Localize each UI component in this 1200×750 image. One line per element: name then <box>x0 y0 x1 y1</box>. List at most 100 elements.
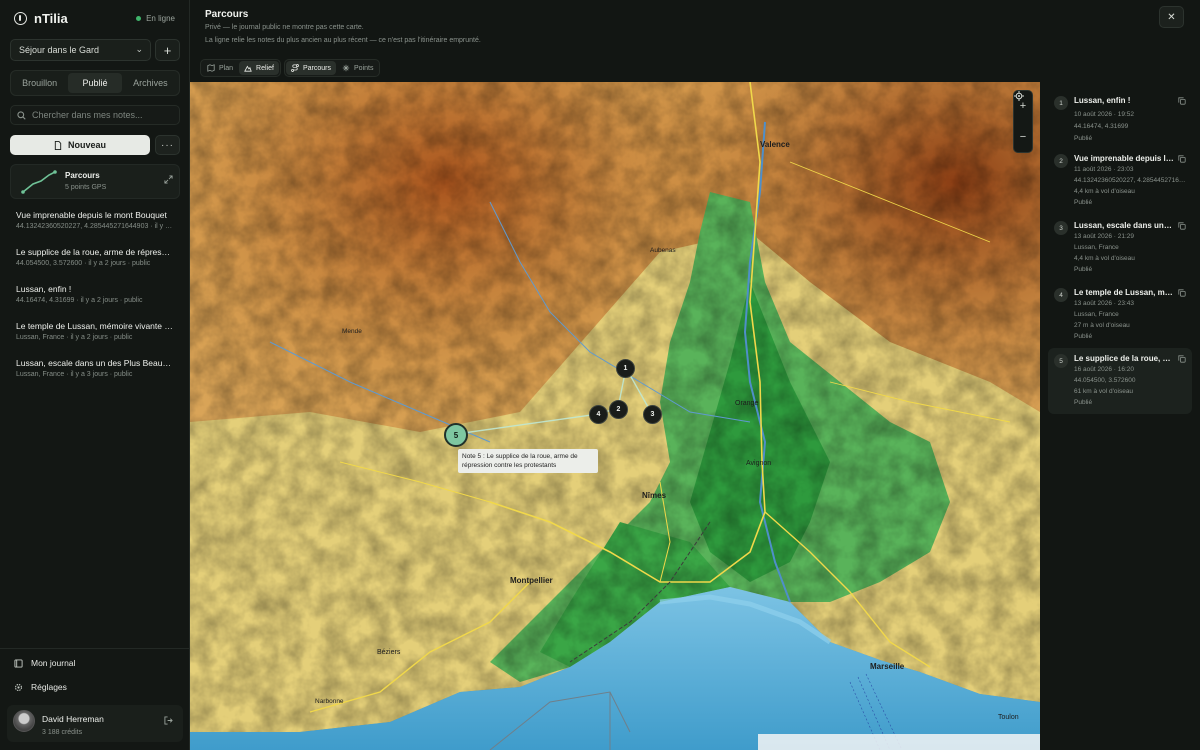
map-icon <box>207 64 215 72</box>
points-icon <box>342 64 350 72</box>
list-item[interactable]: Le supplice de la roue, arme de répressi… <box>0 242 190 279</box>
chevron-down-icon: ⌄ <box>135 44 143 54</box>
user-card[interactable]: David Herreman 3 188 crédits <box>7 705 183 742</box>
copy-icon[interactable] <box>1178 355 1186 363</box>
route-marker-4[interactable]: 4 <box>589 405 608 424</box>
logout-icon[interactable] <box>164 716 173 725</box>
route-step-3[interactable]: 3 Lussan, escale dans un des Plus Beaux … <box>1048 215 1192 283</box>
list-item[interactable]: Lussan, escale dans un des Plus Beaux ..… <box>0 353 190 390</box>
step-coords: 44.054500, 3.572600 <box>1074 377 1136 384</box>
copy-icon[interactable] <box>1178 97 1186 105</box>
route-step-1[interactable]: 1 Lussan, enfin ! 10 août 2026 · 19:52 4… <box>1048 90 1192 148</box>
place-label: Montpellier <box>510 576 553 585</box>
route-steps-panel: 1 Lussan, enfin ! 10 août 2026 · 19:52 4… <box>1040 82 1200 750</box>
map-canvas[interactable]: Valence Nîmes Montpellier Marseille Bézi… <box>190 82 1040 750</box>
online-status-label: En ligne <box>146 14 175 23</box>
trip-select[interactable]: Séjour dans le Gard ⌄ <box>10 39 151 61</box>
place-label: Nîmes <box>642 491 667 500</box>
step-date: 11 août 2026 · 23:03 <box>1074 166 1134 173</box>
journal-icon <box>14 658 23 668</box>
route-thumbnail-icon <box>21 170 57 194</box>
note-meta: Lussan, France · il y a 2 jours · public <box>16 334 133 341</box>
step-title: Lussan, escale dans un des Plus Beaux <box>1074 221 1174 230</box>
app-name: nTilia <box>34 10 68 26</box>
zoom-out-button[interactable]: − <box>1020 131 1026 143</box>
step-number: 2 <box>1054 154 1068 168</box>
new-note-button[interactable]: Nouveau <box>10 135 150 155</box>
map-header: Parcours Privé — le journal public ne mo… <box>190 0 1200 82</box>
copy-icon[interactable] <box>1178 289 1186 297</box>
step-date: 10 août 2026 · 19:52 <box>1074 111 1134 118</box>
my-journal-link[interactable]: Mon journal <box>14 656 75 670</box>
step-date: 16 août 2026 · 16:20 <box>1074 366 1134 373</box>
copy-icon[interactable] <box>1178 155 1186 163</box>
online-status: En ligne <box>136 14 175 23</box>
step-number: 1 <box>1054 96 1068 110</box>
step-title: Le supplice de la roue, arme de répressi… <box>1074 354 1174 363</box>
route-explanation: La ligne relie les notes du plus ancien … <box>205 37 481 44</box>
route-step-5[interactable]: 5 Le supplice de la roue, arme de répres… <box>1048 348 1192 414</box>
status-dot-icon <box>136 16 142 21</box>
step-distance: 4,4 km à vol d'oiseau <box>1074 255 1135 262</box>
search-input[interactable] <box>32 110 172 120</box>
note-title: Le supplice de la roue, arme de répressi… <box>16 247 174 257</box>
settings-link[interactable]: Réglages <box>14 680 67 694</box>
place-label: Béziers <box>377 649 401 656</box>
gear-icon <box>14 683 23 691</box>
note-meta: 44.054500, 3.572600 · il y a 2 jours · p… <box>16 260 151 267</box>
list-item[interactable]: Lussan, enfin ! 44.16474, 4.31699 · il y… <box>0 279 190 316</box>
step-title: Le temple de Lussan, mémoire vivante <box>1074 288 1174 297</box>
route-step-2[interactable]: 2 Vue imprenable depuis le mont Bouquet … <box>1048 148 1192 216</box>
route-marker-3[interactable]: 3 <box>643 405 662 424</box>
brand[interactable]: nTilia <box>14 10 68 26</box>
place-label: Aubenas <box>650 247 676 254</box>
mode-points-button[interactable]: Points <box>337 61 378 75</box>
layer-relief-button[interactable]: Relief <box>239 61 279 75</box>
tab-brouillon[interactable]: Brouillon <box>13 73 66 93</box>
step-status: Publié <box>1074 266 1093 273</box>
step-distance: 61 km à vol d'oiseau <box>1074 388 1134 395</box>
sidebar-footer <box>0 648 190 649</box>
zoom-in-button[interactable]: + <box>1020 100 1026 112</box>
place-label: Orange <box>735 400 759 407</box>
avatar <box>13 710 35 732</box>
route-step-4[interactable]: 4 Le temple de Lussan, mémoire vivante 1… <box>1048 282 1192 350</box>
list-item[interactable]: Vue imprenable depuis le mont Bouquet 44… <box>0 205 190 242</box>
step-coords: 44.16474, 4.31699 <box>1074 123 1129 130</box>
view-mode-toggle: Parcours Points <box>284 59 381 77</box>
privacy-note: Privé — le journal public ne montre pas … <box>205 24 364 31</box>
mode-parcours-button[interactable]: Parcours <box>286 61 337 75</box>
step-status: Publié <box>1074 399 1093 406</box>
route-marker-1[interactable]: 1 <box>616 359 635 378</box>
step-distance: 4,4 km à vol d'oiseau <box>1074 188 1135 195</box>
close-button[interactable]: ✕ <box>1159 6 1184 28</box>
step-location: Lussan, France <box>1074 311 1119 318</box>
locate-icon[interactable] <box>1014 91 1024 101</box>
expand-icon[interactable] <box>164 175 173 184</box>
route-card[interactable]: Parcours 5 points GPS <box>10 164 180 199</box>
note-meta: 44.16474, 4.31699 · il y a 2 jours · pub… <box>16 297 143 304</box>
list-item[interactable]: Le temple de Lussan, mémoire vivante d..… <box>0 316 190 353</box>
tab-publie[interactable]: Publié <box>68 73 122 93</box>
route-marker-5[interactable]: 5 <box>444 423 468 447</box>
layer-plan-button[interactable]: Plan <box>202 61 238 75</box>
tab-archives[interactable]: Archives <box>124 73 177 93</box>
document-icon <box>54 140 62 150</box>
settings-label: Réglages <box>31 682 67 692</box>
route-subtitle: 5 points GPS <box>65 184 107 191</box>
step-coords: 44.13242360520227, 4.285445271644903 <box>1074 177 1186 184</box>
copy-icon[interactable] <box>1178 222 1186 230</box>
route-marker-2[interactable]: 2 <box>609 400 628 419</box>
step-status: Publié <box>1074 333 1093 340</box>
marker-tooltip: Note 5 : Le supplice de la roue, arme de… <box>458 449 598 473</box>
trip-select-value: Séjour dans le Gard <box>19 45 100 55</box>
more-options-button[interactable]: ··· <box>155 135 180 155</box>
note-meta: 44.13242360520227, 4.285445271644903 · i… <box>16 223 174 230</box>
note-meta: Lussan, France · il y a 3 jours · public <box>16 371 133 378</box>
add-trip-button[interactable]: + <box>155 39 180 61</box>
note-title: Lussan, escale dans un des Plus Beaux ..… <box>16 358 174 368</box>
status-tabs: Brouillon Publié Archives <box>10 70 180 96</box>
note-title: Le temple de Lussan, mémoire vivante d..… <box>16 321 174 331</box>
sidebar: nTilia En ligne Séjour dans le Gard ⌄ + … <box>0 0 190 750</box>
note-title: Vue imprenable depuis le mont Bouquet <box>16 210 167 220</box>
